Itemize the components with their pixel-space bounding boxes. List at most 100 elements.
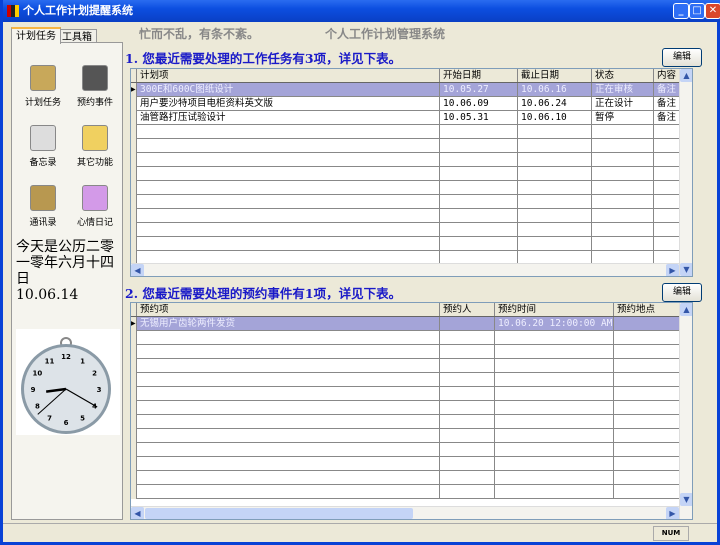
vertical-scrollbar[interactable]: ▲ ▼ bbox=[679, 69, 692, 276]
tool-cardfile[interactable]: 通讯录 bbox=[18, 185, 68, 228]
table-row[interactable] bbox=[131, 401, 692, 415]
column-header[interactable]: 状态 bbox=[592, 69, 654, 82]
table-cell[interactable] bbox=[614, 387, 684, 401]
close-button[interactable]: ✕ bbox=[705, 3, 720, 19]
table-cell[interactable] bbox=[440, 415, 495, 429]
table-cell[interactable] bbox=[440, 401, 495, 415]
table-cell[interactable] bbox=[137, 485, 440, 499]
table-row[interactable] bbox=[131, 195, 692, 209]
table-cell[interactable]: 暂停 bbox=[592, 111, 654, 125]
table-cell[interactable]: 用户要沙特项目电柜资料英文版 bbox=[137, 97, 440, 111]
table-cell[interactable] bbox=[518, 125, 592, 139]
table-cell[interactable] bbox=[137, 415, 440, 429]
table-cell[interactable]: 10.06.09 bbox=[440, 97, 518, 111]
table-cell[interactable] bbox=[592, 195, 654, 209]
table-cell[interactable] bbox=[518, 181, 592, 195]
table-cell[interactable] bbox=[495, 443, 614, 457]
table-cell[interactable] bbox=[495, 331, 614, 345]
table-row[interactable] bbox=[131, 237, 692, 251]
table-cell[interactable] bbox=[592, 223, 654, 237]
table-cell[interactable]: 10.06.20 12:00:00 AM bbox=[495, 317, 614, 331]
scroll-left-button[interactable]: ◀ bbox=[131, 507, 144, 519]
table-cell[interactable] bbox=[137, 181, 440, 195]
table-row[interactable] bbox=[131, 167, 692, 181]
table-row[interactable] bbox=[131, 331, 692, 345]
column-header[interactable]: 计划项 bbox=[137, 69, 440, 82]
vertical-scrollbar[interactable]: ▲ ▼ bbox=[679, 303, 692, 519]
table-cell[interactable] bbox=[592, 125, 654, 139]
scroll-right-button[interactable]: ▶ bbox=[666, 264, 679, 276]
table-cell[interactable]: 正在审核 bbox=[592, 83, 654, 97]
table-cell[interactable] bbox=[440, 209, 518, 223]
table-cell[interactable] bbox=[495, 429, 614, 443]
minimize-button[interactable]: _ bbox=[673, 3, 689, 19]
table-cell[interactable] bbox=[592, 181, 654, 195]
table-cell[interactable] bbox=[495, 359, 614, 373]
table-row[interactable] bbox=[131, 443, 692, 457]
tool-people[interactable]: 预约事件 bbox=[70, 65, 120, 108]
table-cell[interactable] bbox=[614, 471, 684, 485]
table-cell[interactable] bbox=[614, 415, 684, 429]
table-cell[interactable] bbox=[518, 237, 592, 251]
table-row[interactable] bbox=[131, 485, 692, 499]
table-cell[interactable] bbox=[440, 457, 495, 471]
table-cell[interactable] bbox=[495, 457, 614, 471]
table-row[interactable] bbox=[131, 457, 692, 471]
column-header[interactable]: 开始日期 bbox=[440, 69, 518, 82]
edit-tasks-button[interactable]: 编辑 bbox=[662, 48, 702, 67]
table-cell[interactable] bbox=[614, 401, 684, 415]
table-cell[interactable] bbox=[440, 237, 518, 251]
table-cell[interactable] bbox=[592, 209, 654, 223]
table-cell[interactable] bbox=[495, 345, 614, 359]
table-row[interactable] bbox=[131, 153, 692, 167]
table-cell[interactable] bbox=[137, 209, 440, 223]
table-cell[interactable] bbox=[440, 373, 495, 387]
appointments-grid[interactable]: 预约项预约人预约时间预约地点预 ▶ 无锡用户齿轮两件发货 10.06.20 12:00… bbox=[130, 302, 693, 520]
table-cell[interactable] bbox=[137, 471, 440, 485]
table-row[interactable] bbox=[131, 373, 692, 387]
table-cell[interactable] bbox=[137, 401, 440, 415]
table-cell[interactable] bbox=[137, 373, 440, 387]
table-cell[interactable] bbox=[614, 317, 684, 331]
table-cell[interactable]: 油管路打压试验设计 bbox=[137, 111, 440, 125]
table-cell[interactable]: 10.06.10 bbox=[518, 111, 592, 125]
table-row[interactable] bbox=[131, 359, 692, 373]
table-row[interactable] bbox=[131, 223, 692, 237]
table-cell[interactable] bbox=[440, 443, 495, 457]
table-cell[interactable] bbox=[440, 429, 495, 443]
scroll-thumb[interactable] bbox=[145, 508, 413, 519]
table-cell[interactable] bbox=[495, 471, 614, 485]
table-row[interactable] bbox=[131, 429, 692, 443]
column-header[interactable]: 预约项 bbox=[137, 303, 440, 316]
table-cell[interactable] bbox=[440, 167, 518, 181]
table-cell[interactable] bbox=[440, 331, 495, 345]
table-cell[interactable] bbox=[440, 471, 495, 485]
table-cell[interactable] bbox=[495, 415, 614, 429]
table-cell[interactable]: 正在设计 bbox=[592, 97, 654, 111]
table-row[interactable]: 油管路打压试验设计 10.05.31 10.06.10 暂停 备注 bbox=[131, 111, 692, 125]
scroll-down-button[interactable]: ▼ bbox=[680, 263, 692, 276]
table-cell[interactable] bbox=[518, 209, 592, 223]
table-cell[interactable]: 10.06.24 bbox=[518, 97, 592, 111]
horizontal-scrollbar[interactable]: ◀ ▶ bbox=[131, 506, 679, 519]
table-cell[interactable] bbox=[440, 345, 495, 359]
table-cell[interactable] bbox=[137, 387, 440, 401]
table-cell[interactable] bbox=[137, 331, 440, 345]
tasks-grid[interactable]: 计划项 开始日期 截止日期 状态 内容 ▶ 300E和600C图纸设计 10.05.27 10.… bbox=[130, 68, 693, 277]
table-cell[interactable] bbox=[592, 153, 654, 167]
table-cell[interactable] bbox=[440, 485, 495, 499]
table-cell[interactable] bbox=[614, 331, 684, 345]
scroll-up-button[interactable]: ▲ bbox=[680, 69, 692, 82]
table-cell[interactable] bbox=[440, 317, 495, 331]
table-row[interactable] bbox=[131, 471, 692, 485]
table-cell[interactable] bbox=[440, 359, 495, 373]
table-cell[interactable] bbox=[137, 359, 440, 373]
table-cell[interactable] bbox=[137, 443, 440, 457]
table-cell[interactable] bbox=[137, 139, 440, 153]
table-cell[interactable]: 300E和600C图纸设计 bbox=[137, 83, 440, 97]
table-cell[interactable] bbox=[440, 139, 518, 153]
table-cell[interactable]: 10.05.31 bbox=[440, 111, 518, 125]
table-cell[interactable]: 无锡用户齿轮两件发货 bbox=[137, 317, 440, 331]
table-cell[interactable] bbox=[440, 125, 518, 139]
table-row[interactable] bbox=[131, 139, 692, 153]
